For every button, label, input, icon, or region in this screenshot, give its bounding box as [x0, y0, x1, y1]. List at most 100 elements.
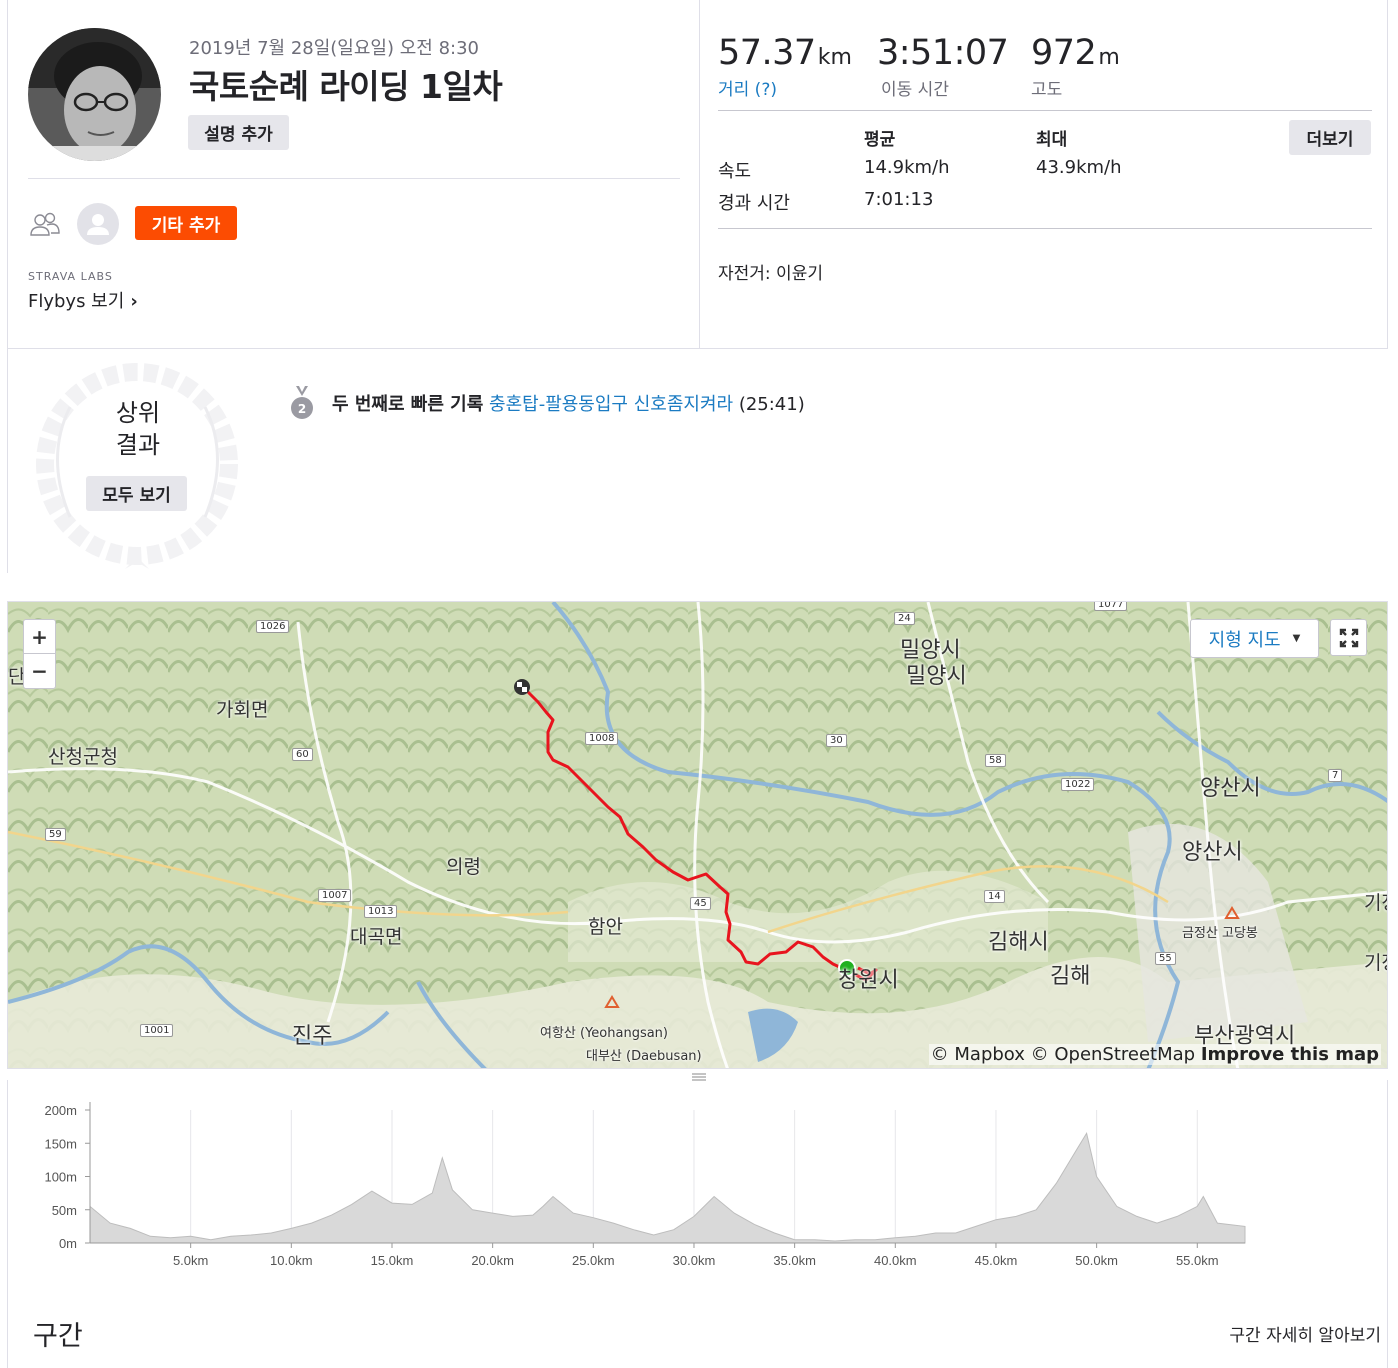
silver-medal-icon: 2	[291, 386, 313, 419]
map-label: 대곡면	[350, 926, 403, 948]
add-description-button[interactable]: 설명 추가	[188, 115, 289, 150]
medal-rank: 2	[298, 402, 306, 416]
x-tick-label: 25.0km	[572, 1253, 615, 1268]
map-label: 여항산 (Yeohangsan)	[540, 1026, 668, 1041]
map-label: 창원시	[838, 968, 899, 993]
x-tick-label: 50.0km	[1075, 1253, 1118, 1268]
y-tick-label: 150m	[44, 1136, 77, 1151]
map-type-label: 지형 지도	[1208, 629, 1281, 651]
flybys-label: Flybys 보기	[28, 291, 125, 312]
road-shield: 45	[690, 897, 711, 910]
x-tick-label: 40.0km	[874, 1253, 917, 1268]
flybys-link[interactable]: Flybys 보기 ›	[28, 287, 138, 313]
avg-header: 평균	[864, 130, 896, 150]
see-all-button[interactable]: 모두 보기	[86, 476, 187, 511]
group-icon[interactable]	[28, 210, 62, 240]
add-others-button[interactable]: 기타 추가	[135, 206, 237, 240]
road-shield: 55	[1155, 952, 1176, 965]
road-shield: 24	[894, 612, 915, 625]
map-label: 기장	[1364, 892, 1387, 914]
map-label: 금정산 고당봉	[1182, 926, 1258, 941]
segment-time: (25:41)	[738, 394, 805, 415]
distance-value: 57.37	[718, 33, 816, 73]
map-label: 밀양시	[906, 664, 967, 689]
attribution-text[interactable]: © Mapbox © OpenStreetMap	[931, 1044, 1195, 1065]
zoom-out-button[interactable]: −	[24, 654, 55, 688]
divider	[718, 110, 1372, 111]
max-header: 최대	[1036, 130, 1068, 150]
activity-title: 국토순례 라이딩 1일차	[189, 67, 503, 106]
road-shield: 1022	[1061, 778, 1095, 791]
x-tick-label: 55.0km	[1176, 1253, 1219, 1268]
top-results-title: 상위 결과	[88, 397, 188, 461]
road-shield: 1007	[318, 889, 352, 902]
terrain-map[interactable]	[8, 602, 1388, 1069]
map-label: 양산시	[1182, 840, 1243, 865]
distance-unit: km	[817, 45, 852, 70]
activity-header: 2019년 7월 28일(일요일) 오전 8:30 국토순례 라이딩 1일차 설…	[7, 0, 1388, 349]
y-tick-label: 200m	[44, 1103, 77, 1118]
segment-link[interactable]: 충혼탑-팔용동입구 신호좀지켜라	[489, 394, 733, 415]
map-attribution: © Mapbox © OpenStreetMap Improve this ma…	[928, 1044, 1381, 1065]
moving-time-value: 3:51:07	[877, 33, 1009, 73]
route-map[interactable]: 가회면 산청군청 의령 함안 대곡면 진주 밀양시 밀양시 양산시 양산시 김해…	[7, 601, 1388, 1069]
map-label: 산청군청	[48, 746, 118, 768]
stat-elevation: 972m 고도	[1031, 33, 1120, 100]
map-label: 양산시	[1200, 776, 1261, 801]
record-prefix: 두 번째로 빠른 기록	[332, 394, 484, 415]
improve-map-link[interactable]: Improve this map	[1201, 1044, 1379, 1065]
y-tick-label: 0m	[59, 1236, 77, 1251]
achievements-section: 상위 결과 모두 보기 2 두 번째로 빠른 기록 충혼탑-팔용동입구 신호좀지…	[7, 349, 1388, 573]
road-shield: 7	[1328, 769, 1343, 782]
achievement-line: 두 번째로 빠른 기록 충혼탑-팔용동입구 신호좀지켜라 (25:41)	[332, 390, 805, 416]
finish-flag-icon	[514, 679, 530, 695]
y-tick-label: 100m	[44, 1170, 77, 1185]
speed-max: 43.9km/h	[1036, 157, 1122, 178]
map-type-dropdown[interactable]: 지형 지도 ▼	[1190, 619, 1319, 658]
map-label: 가회면	[216, 699, 269, 721]
activity-summary: 2019년 7월 28일(일요일) 오전 8:30 국토순례 라이딩 1일차 설…	[8, 0, 700, 348]
map-label: 의령	[446, 856, 481, 878]
road-shield: 59	[45, 828, 66, 841]
x-tick-label: 45.0km	[975, 1253, 1018, 1268]
activity-stats: 57.37km 거리 (?) 3:51:07 이동 시간 972m 고도 평균 …	[700, 0, 1389, 348]
laurel-wreath-icon	[36, 363, 238, 569]
road-shield: 14	[984, 890, 1005, 903]
speed-label: 속도	[718, 161, 752, 182]
x-tick-label: 15.0km	[371, 1253, 414, 1268]
y-tick-label: 50m	[52, 1203, 77, 1218]
segments-section: 구간 구간 자세히 알아보기	[7, 1290, 1388, 1368]
distance-label[interactable]: 거리 (?)	[718, 75, 852, 100]
strava-labs-label: STRAVA LABS	[28, 270, 113, 283]
elapsed-value: 7:01:13	[864, 189, 934, 210]
more-button[interactable]: 더보기	[1289, 120, 1371, 155]
fullscreen-button[interactable]	[1330, 619, 1367, 656]
segments-learn-more-link[interactable]: 구간 자세히 알아보기	[1229, 1321, 1381, 1346]
x-tick-label: 10.0km	[270, 1253, 313, 1268]
elevation-label: 고도	[1031, 80, 1063, 100]
map-label: 진주	[292, 1024, 333, 1049]
elevation-chart[interactable]: 5.0km 10.0km 15.0km 20.0km 25.0km 30.0km 35.0k…	[8, 1080, 1387, 1290]
map-label: 김해시	[988, 930, 1049, 955]
x-tick-label: 20.0km	[471, 1253, 514, 1268]
bike-info: 자전거: 이윤기	[718, 264, 823, 284]
x-tick-label: 35.0km	[773, 1253, 816, 1268]
divider	[718, 228, 1372, 229]
activity-date: 2019년 7월 28일(일요일) 오전 8:30	[189, 38, 479, 59]
speed-avg: 14.9km/h	[864, 157, 950, 178]
elevation-profile[interactable]: 5.0km 10.0km 15.0km 20.0km 25.0km 30.0km 35.0k…	[7, 1080, 1388, 1290]
divider	[28, 178, 680, 179]
stat-moving-time: 3:51:07 이동 시간	[877, 33, 1009, 100]
x-tick-label: 30.0km	[673, 1253, 716, 1268]
map-label: 기장	[1364, 952, 1387, 974]
elevation-unit: m	[1098, 45, 1120, 70]
athlete-avatar[interactable]	[28, 28, 161, 161]
zoom-in-button[interactable]: +	[24, 620, 55, 654]
road-shield: 1013	[364, 905, 398, 918]
elapsed-label: 경과 시간	[718, 193, 790, 214]
user-avatar-icon[interactable]	[77, 203, 119, 245]
caret-down-icon: ▼	[1292, 633, 1301, 644]
top-results-line2: 결과	[115, 431, 161, 459]
moving-time-label: 이동 시간	[881, 80, 949, 100]
road-shield: 1077	[1094, 602, 1128, 611]
